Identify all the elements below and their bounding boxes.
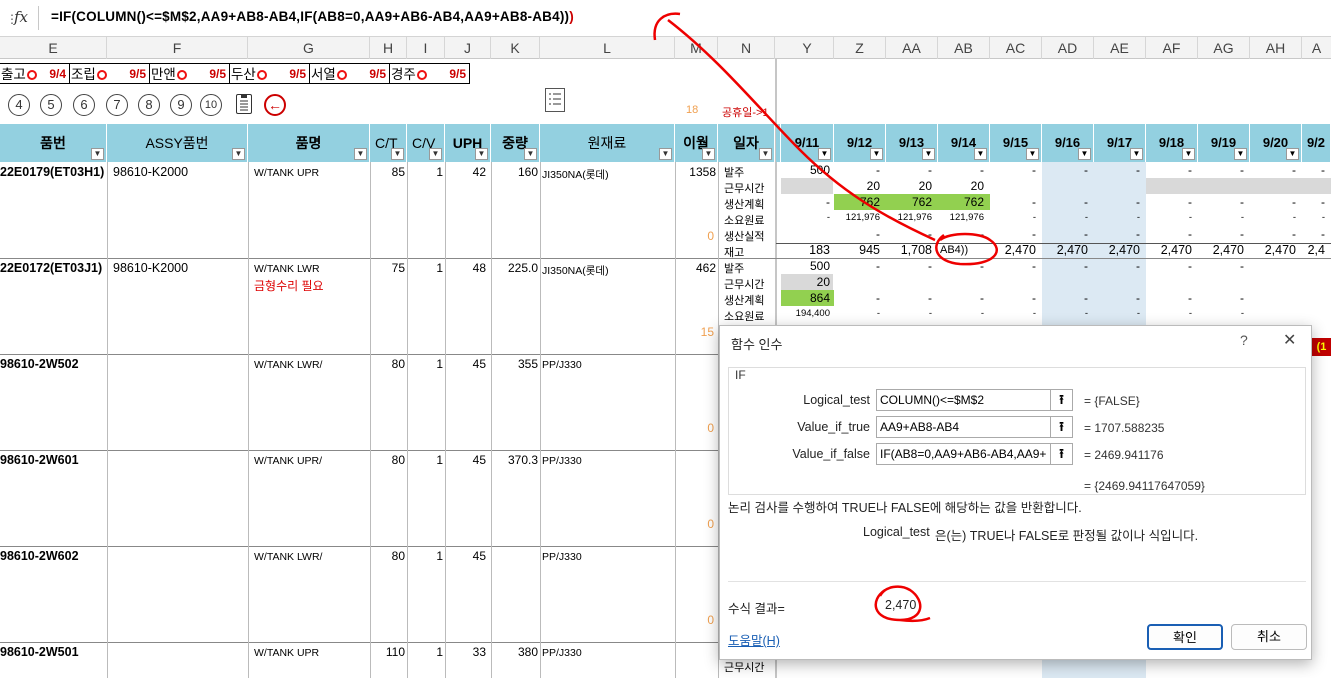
- red-annotation: [653, 12, 998, 623]
